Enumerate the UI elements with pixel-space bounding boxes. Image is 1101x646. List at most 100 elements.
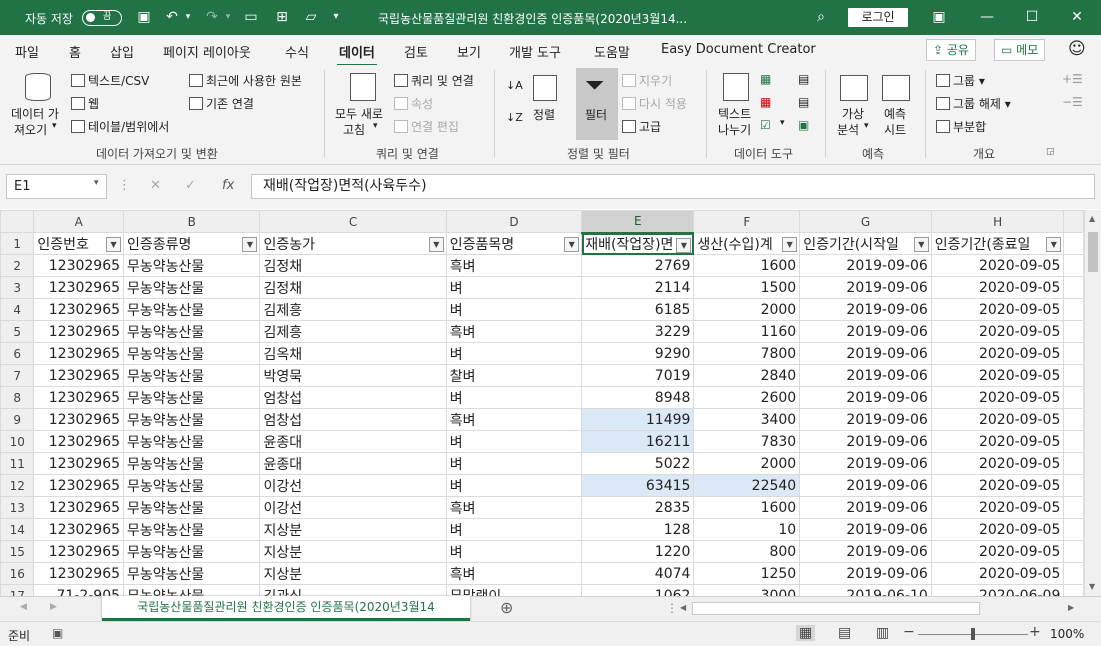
cell-c[interactable]: 지상분 xyxy=(259,518,447,541)
feedback-smiley-icon[interactable]: ☺ xyxy=(1068,39,1086,59)
tab-review[interactable]: 검토 xyxy=(404,42,428,61)
sheet-tab-active[interactable]: 국립농산물품질관리원 친환경인증 인증품목(2020년3월14 xyxy=(102,596,470,621)
minimize-icon[interactable]: — xyxy=(978,8,996,26)
tab-developer[interactable]: 개발 도구 xyxy=(509,42,561,61)
row-header[interactable]: 15 xyxy=(0,540,35,563)
cell-d[interactable]: 흑벼 xyxy=(445,320,583,343)
filter-dropdown-icon[interactable]: ▼ xyxy=(106,237,122,252)
cell-d[interactable]: 무말랭이 xyxy=(445,584,583,596)
reapply-button[interactable]: 다시 적용 xyxy=(622,95,687,112)
normal-view-icon[interactable]: ▦ xyxy=(796,625,816,641)
row-header[interactable]: 14 xyxy=(0,518,35,541)
cell-b[interactable]: 무농약농산물 xyxy=(123,298,261,321)
row-header[interactable]: 10 xyxy=(0,430,35,453)
cell-d[interactable]: 흑벼 xyxy=(445,562,583,585)
cell-b[interactable]: 무농약농산물 xyxy=(123,430,261,453)
redo-icon[interactable]: ↷ xyxy=(203,8,221,26)
cell-h[interactable]: 2020-09-05 xyxy=(930,386,1065,409)
cell-f[interactable]: 1160 xyxy=(693,320,801,343)
cell-g[interactable]: 2019-09-06 xyxy=(799,320,932,343)
login-button[interactable]: 로그인 xyxy=(848,8,908,27)
recent-sources-button[interactable]: 최근에 사용한 원본 xyxy=(189,72,302,89)
cell-a[interactable]: 12302965 xyxy=(33,408,125,431)
data-validation-icon[interactable]: ☑ xyxy=(760,118,771,132)
header-cell[interactable]: 인증기간(시작일 ▼ xyxy=(799,232,932,255)
cell-h[interactable]: 2020-09-05 xyxy=(930,540,1065,563)
cell[interactable] xyxy=(1063,518,1084,541)
cell-d[interactable]: 벼 xyxy=(445,430,583,453)
zoom-level[interactable]: 100% xyxy=(1050,627,1084,641)
cell-c[interactable]: 김정채 xyxy=(259,276,447,299)
column-header[interactable]: D xyxy=(445,210,583,233)
cell[interactable] xyxy=(1063,298,1084,321)
cell[interactable] xyxy=(1063,496,1084,519)
cell-f[interactable]: 1600 xyxy=(693,496,801,519)
row-header[interactable]: 1 xyxy=(0,232,35,255)
cell-d[interactable]: 벼 xyxy=(445,276,583,299)
cell-c[interactable]: 김제흥 xyxy=(259,320,447,343)
cell-h[interactable]: 2020-06-09 xyxy=(930,584,1065,596)
row-header[interactable]: 11 xyxy=(0,452,35,475)
cell-f[interactable]: 22540 xyxy=(693,474,801,497)
select-all-corner[interactable] xyxy=(0,210,35,233)
advanced-filter-button[interactable]: 고급 xyxy=(622,118,661,135)
column-header[interactable]: A xyxy=(33,210,125,233)
cell-d[interactable]: 벼 xyxy=(445,540,583,563)
row-header[interactable]: 7 xyxy=(0,364,35,387)
filter-dropdown-icon[interactable]: ▼ xyxy=(782,237,798,252)
cell-f[interactable]: 1600 xyxy=(693,254,801,277)
cell-g[interactable]: 2019-09-06 xyxy=(799,276,932,299)
data-model-icon[interactable]: ▣ xyxy=(798,118,809,132)
column-header[interactable]: H xyxy=(930,210,1065,233)
get-data-button[interactable]: 데이터 가 xyxy=(11,105,59,122)
cell-h[interactable]: 2020-09-05 xyxy=(930,518,1065,541)
get-data-dropdown-icon[interactable]: ▾ xyxy=(52,121,57,131)
get-data-button-line2[interactable]: 져오기 xyxy=(14,121,47,138)
filter-dropdown-icon[interactable]: ▼ xyxy=(913,237,929,252)
cell-e[interactable]: 1062 xyxy=(581,584,695,596)
previous-sheet-icon[interactable]: ◀ xyxy=(20,602,27,612)
cell-b[interactable]: 무농약농산물 xyxy=(123,364,261,387)
zoom-in-icon[interactable]: + xyxy=(1029,624,1041,640)
cell-b[interactable]: 무농약농산물 xyxy=(123,386,261,409)
cell-f[interactable]: 10 xyxy=(693,518,801,541)
cell-b[interactable]: 무농약농산물 xyxy=(123,342,261,365)
cell-g[interactable]: 2019-09-06 xyxy=(799,298,932,321)
memo-button[interactable]: ▭ 메모 xyxy=(994,39,1046,61)
cell[interactable] xyxy=(1063,408,1084,431)
cell-a[interactable]: 12302965 xyxy=(33,474,125,497)
column-header[interactable]: G xyxy=(799,210,932,233)
cell[interactable] xyxy=(1063,364,1084,387)
filter-dropdown-icon[interactable]: ▼ xyxy=(564,237,580,252)
from-text-csv-button[interactable]: 텍스트/CSV xyxy=(71,72,149,89)
cell-f[interactable]: 2840 xyxy=(693,364,801,387)
clear-filter-button[interactable]: 지우기 xyxy=(622,72,672,89)
cell-h[interactable]: 2020-09-05 xyxy=(930,496,1065,519)
remove-duplicates-icon[interactable]: ▦ xyxy=(760,95,771,109)
what-if-analysis-button[interactable]: 가상 xyxy=(842,105,864,122)
cell[interactable] xyxy=(1063,386,1084,409)
cell[interactable] xyxy=(1063,540,1084,563)
tab-view[interactable]: 보기 xyxy=(457,42,481,61)
cell-h[interactable]: 2020-09-05 xyxy=(930,320,1065,343)
header-cell[interactable]: 인증농가 ▼ xyxy=(259,232,447,255)
row-header[interactable]: 13 xyxy=(0,496,35,519)
cell-g[interactable]: 2019-09-06 xyxy=(799,474,932,497)
cell[interactable] xyxy=(1063,342,1084,365)
from-table-button[interactable]: 테이블/범위에서 xyxy=(71,118,169,135)
redo-dropdown-icon[interactable]: ▾ xyxy=(223,8,233,26)
cell-g[interactable]: 2019-09-06 xyxy=(799,452,932,475)
column-header[interactable]: B xyxy=(123,210,261,233)
cell-h[interactable]: 2020-09-05 xyxy=(930,408,1065,431)
existing-connections-button[interactable]: 기존 연결 xyxy=(189,95,254,112)
close-icon[interactable]: ✕ xyxy=(1068,8,1086,26)
cell-d[interactable]: 벼 xyxy=(445,474,583,497)
cell-a[interactable]: 12302965 xyxy=(33,342,125,365)
cell-g[interactable]: 2019-09-06 xyxy=(799,342,932,365)
cell-e[interactable]: 63415 xyxy=(581,474,695,497)
show-detail-icon[interactable]: +☰ xyxy=(1062,72,1083,86)
header-cell[interactable]: 인증품목명 ▼ xyxy=(445,232,583,255)
page-break-view-icon[interactable]: ▥ xyxy=(876,625,889,641)
scroll-right-icon[interactable]: ▶ xyxy=(1068,603,1074,612)
cell-d[interactable]: 벼 xyxy=(445,518,583,541)
